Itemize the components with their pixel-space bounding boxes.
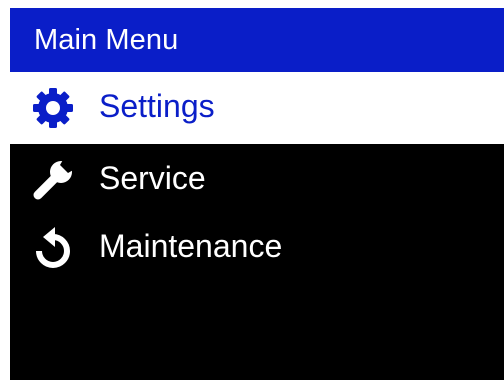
- gear-icon: [31, 86, 75, 130]
- menu-item-label: Settings: [99, 88, 215, 125]
- menu-item-maintenance[interactable]: Maintenance: [10, 212, 504, 284]
- reset-icon: [31, 226, 75, 270]
- wrench-icon: [31, 158, 75, 202]
- page-title: Main Menu: [34, 23, 179, 56]
- menu-item-label: Service: [99, 160, 206, 197]
- menu-header: Main Menu: [10, 8, 504, 72]
- menu-item-label: Maintenance: [99, 228, 283, 265]
- menu-item-settings[interactable]: Settings: [10, 72, 504, 144]
- menu-item-service[interactable]: Service: [10, 144, 504, 216]
- main-menu-screen: Main Menu Settings Service Maintenance: [10, 8, 504, 380]
